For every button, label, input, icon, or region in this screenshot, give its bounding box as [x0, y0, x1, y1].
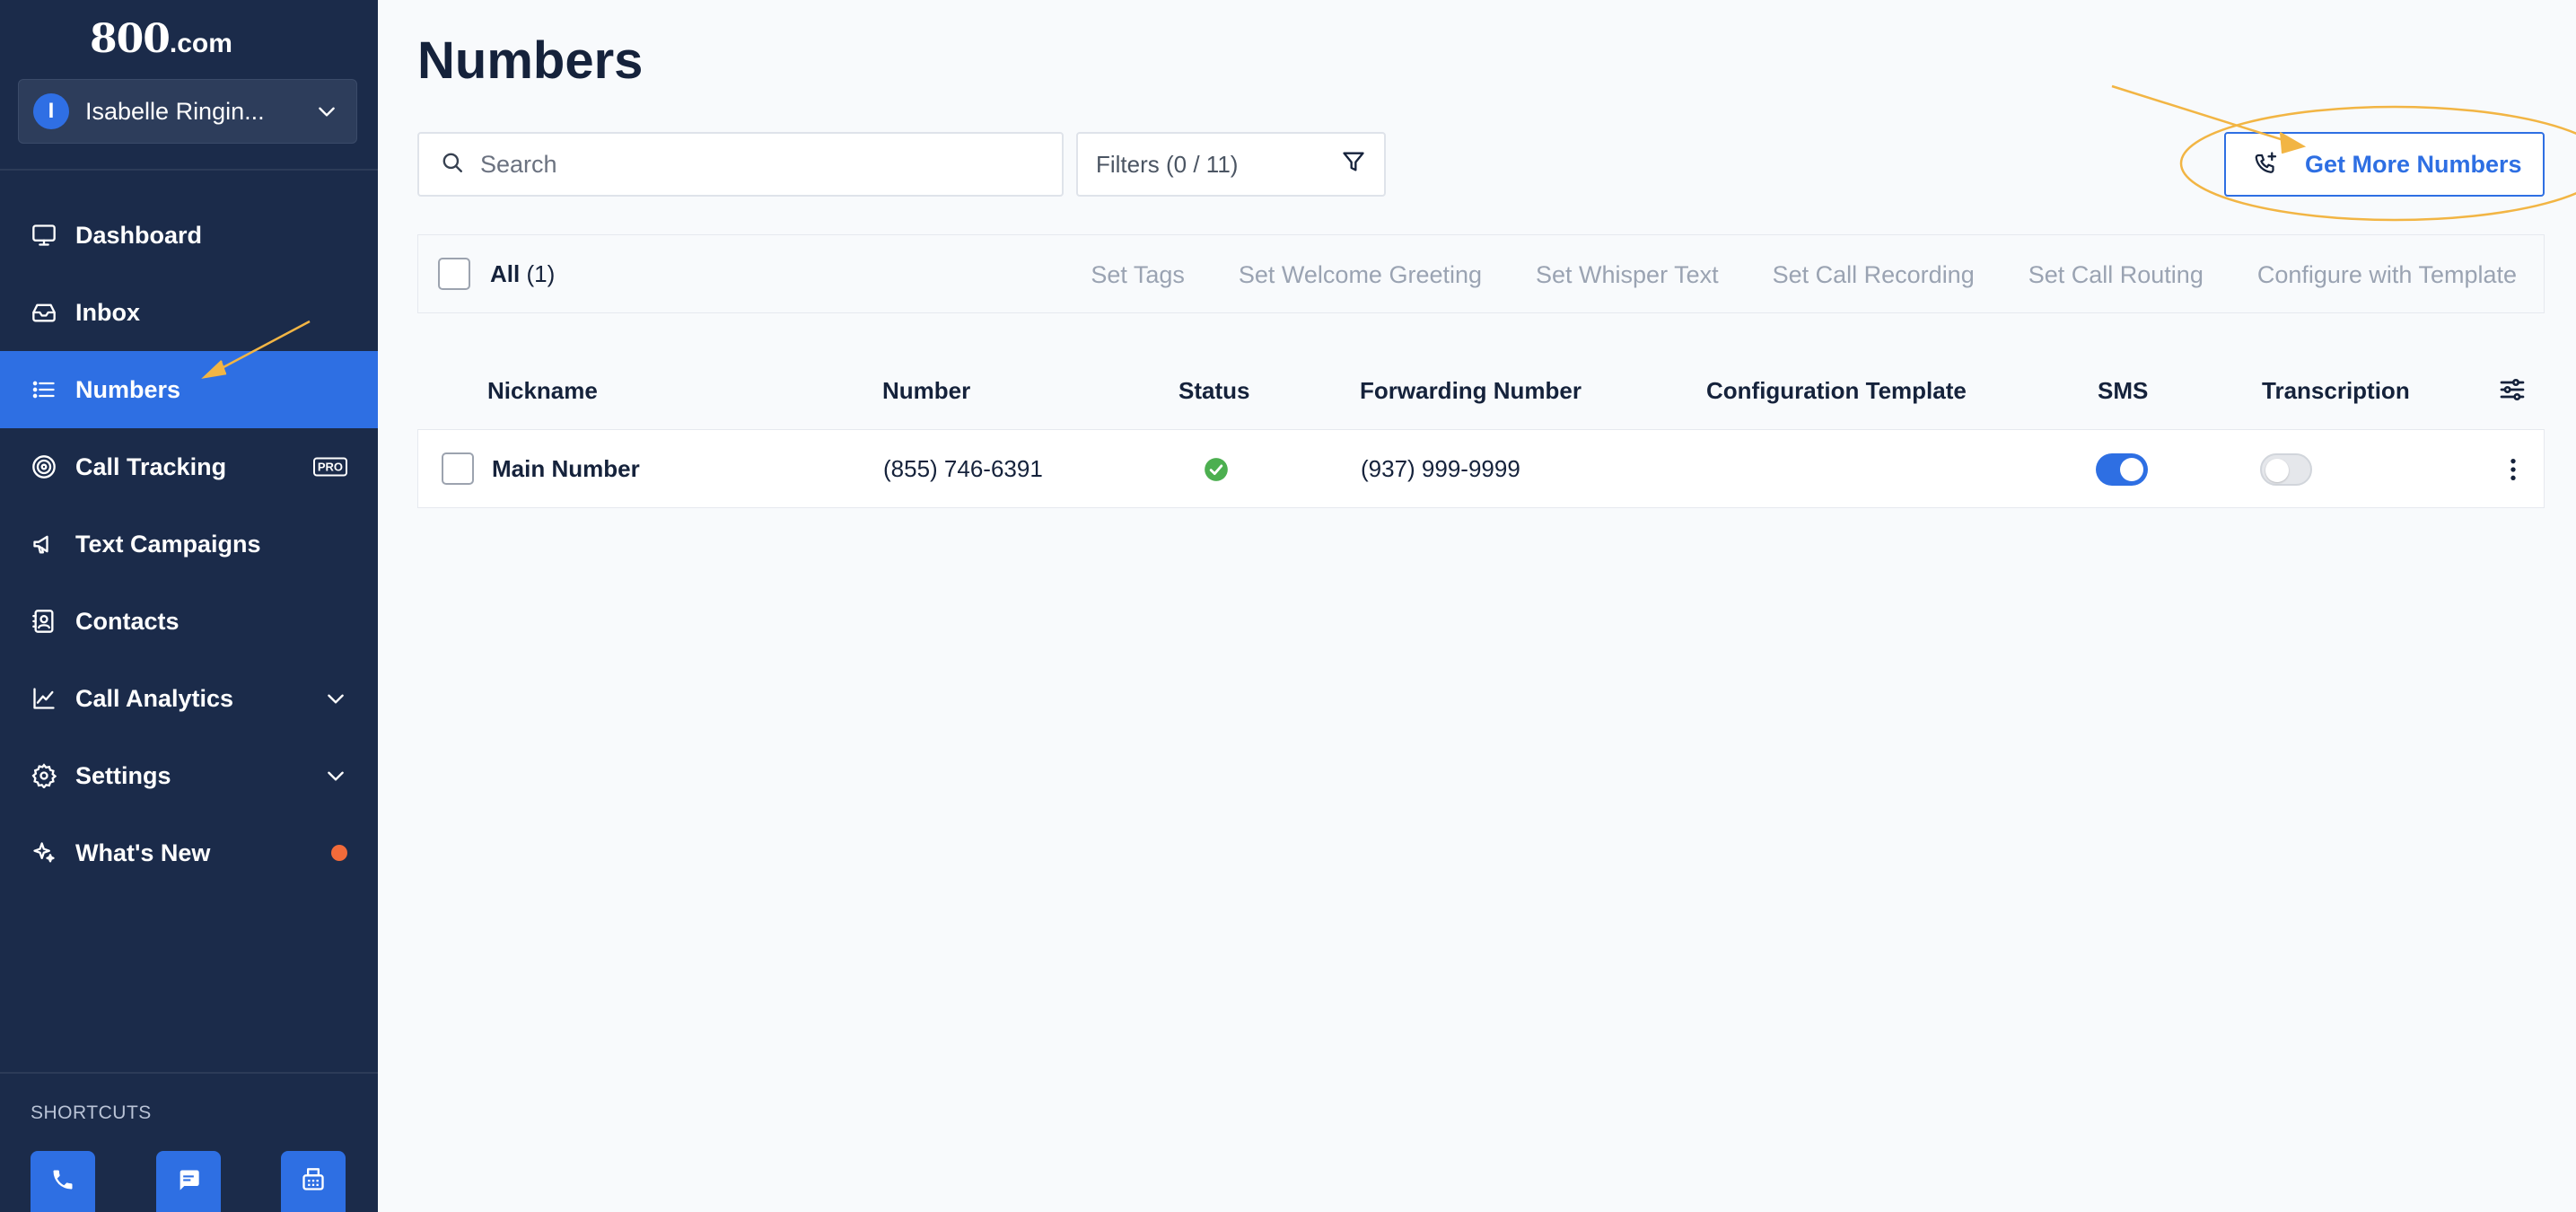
shortcut-fax-button[interactable]: [281, 1151, 346, 1212]
main-content: Numbers Filters (0 / 11) Get More Number…: [378, 0, 2576, 1212]
sidebar-item-label: Call Tracking: [75, 452, 227, 480]
sidebar-divider: [0, 169, 378, 171]
sidebar-item-label: What's New: [75, 839, 211, 866]
status-check-icon: [1204, 457, 1229, 487]
row-nickname: Main Number: [492, 455, 640, 482]
phone-plus-icon: [2253, 151, 2280, 178]
gear-icon: [31, 762, 57, 789]
transcription-toggle[interactable]: [2260, 453, 2312, 486]
bulk-actions-bar: All (1) Set Tags Set Welcome Greeting Se…: [417, 234, 2545, 313]
column-settings-icon[interactable]: [2498, 375, 2527, 408]
chart-line-icon: [31, 685, 57, 712]
sidebar-item-label: Inbox: [75, 298, 140, 326]
list-icon: [31, 376, 57, 403]
search-box[interactable]: [417, 132, 1064, 197]
get-more-numbers-button[interactable]: Get More Numbers: [2224, 132, 2545, 197]
select-all-checkbox[interactable]: [438, 258, 470, 290]
brand-logo[interactable]: 800.com: [90, 16, 232, 62]
shortcut-phone-button[interactable]: [31, 1151, 95, 1212]
sparkle-icon: [31, 839, 57, 866]
monitor-icon: [31, 222, 57, 249]
search-input[interactable]: [480, 150, 1019, 179]
set-tags-action[interactable]: Set Tags: [1091, 261, 1185, 289]
sidebar-item-text-campaigns[interactable]: Text Campaigns: [0, 505, 378, 583]
notification-dot: [331, 845, 347, 861]
account-switcher[interactable]: I Isabelle Ringin...: [18, 79, 357, 144]
column-header-status[interactable]: Status: [1178, 377, 1249, 405]
fax-icon: [301, 1167, 326, 1197]
avatar: I: [33, 93, 69, 129]
sidebar-item-call-analytics[interactable]: Call Analytics: [0, 660, 378, 737]
phone-icon: [50, 1167, 75, 1197]
sidebar-item-numbers[interactable]: Numbers: [0, 351, 378, 428]
sidebar-item-label: Numbers: [75, 375, 181, 403]
all-label-text: All: [490, 259, 521, 287]
column-header-number[interactable]: Number: [882, 377, 970, 405]
page-title: Numbers: [417, 31, 644, 90]
sms-toggle[interactable]: [2096, 453, 2148, 486]
chevron-down-icon: [324, 687, 347, 710]
sidebar-nav: Dashboard Inbox Numbers Call Tracking PR…: [0, 197, 378, 891]
chevron-down-icon: [311, 96, 342, 127]
megaphone-icon: [31, 531, 57, 558]
set-call-routing-action[interactable]: Set Call Routing: [2028, 261, 2204, 289]
row-number: (855) 746-6391: [883, 455, 1043, 482]
column-header-sms[interactable]: SMS: [2098, 377, 2148, 405]
sidebar-item-settings[interactable]: Settings: [0, 737, 378, 814]
set-welcome-greeting-action[interactable]: Set Welcome Greeting: [1239, 261, 1482, 289]
target-icon: [31, 453, 57, 480]
column-header-forwarding-number[interactable]: Forwarding Number: [1360, 377, 1582, 405]
logo-main: 800: [90, 16, 171, 62]
shortcut-message-button[interactable]: [156, 1151, 221, 1212]
search-icon: [441, 151, 464, 179]
sidebar-item-call-tracking[interactable]: Call Tracking PRO: [0, 428, 378, 505]
filter-icon: [1341, 149, 1366, 180]
filters-dropdown[interactable]: Filters (0 / 11): [1076, 132, 1386, 197]
logo-suffix: .com: [169, 29, 232, 58]
sidebar-item-label: Call Analytics: [75, 684, 234, 712]
table-row[interactable]: Main Number (855) 746-6391 (937) 999-999…: [417, 429, 2545, 508]
select-all-label: All (1): [490, 260, 555, 288]
more-options-icon[interactable]: [2499, 455, 2528, 488]
set-call-recording-action[interactable]: Set Call Recording: [1773, 261, 1975, 289]
chat-icon: [176, 1167, 201, 1197]
row-checkbox[interactable]: [442, 452, 474, 485]
sidebar: 800.com I Isabelle Ringin... Dashboard I…: [0, 0, 378, 1212]
sidebar-item-label: Text Campaigns: [75, 530, 261, 558]
sidebar-item-inbox[interactable]: Inbox: [0, 274, 378, 351]
get-more-numbers-label: Get More Numbers: [2305, 150, 2522, 178]
set-whisper-text-action[interactable]: Set Whisper Text: [1536, 261, 1719, 289]
filters-label: Filters (0 / 11): [1096, 150, 1239, 178]
configure-with-template-action[interactable]: Configure with Template: [2257, 261, 2517, 289]
sidebar-divider: [0, 1072, 378, 1074]
sidebar-item-whats-new[interactable]: What's New: [0, 814, 378, 891]
sidebar-item-dashboard[interactable]: Dashboard: [0, 197, 378, 274]
shortcuts-label: SHORTCUTS: [31, 1102, 152, 1123]
sidebar-item-label: Contacts: [75, 607, 180, 635]
sidebar-item-contacts[interactable]: Contacts: [0, 583, 378, 660]
row-forwarding-number: (937) 999-9999: [1361, 455, 1520, 482]
pro-badge: PRO: [312, 457, 347, 477]
table-header: Nickname Number Status Forwarding Number…: [417, 359, 2545, 422]
sidebar-item-label: Dashboard: [75, 221, 203, 249]
inbox-icon: [31, 299, 57, 326]
column-header-transcription[interactable]: Transcription: [2262, 377, 2410, 405]
column-header-nickname[interactable]: Nickname: [487, 377, 598, 405]
account-name: Isabelle Ringin...: [85, 97, 265, 125]
column-header-configuration-template[interactable]: Configuration Template: [1706, 377, 1967, 405]
all-count: (1): [526, 259, 556, 287]
chevron-down-icon: [324, 764, 347, 787]
contacts-icon: [31, 608, 57, 635]
sidebar-item-label: Settings: [75, 761, 171, 789]
